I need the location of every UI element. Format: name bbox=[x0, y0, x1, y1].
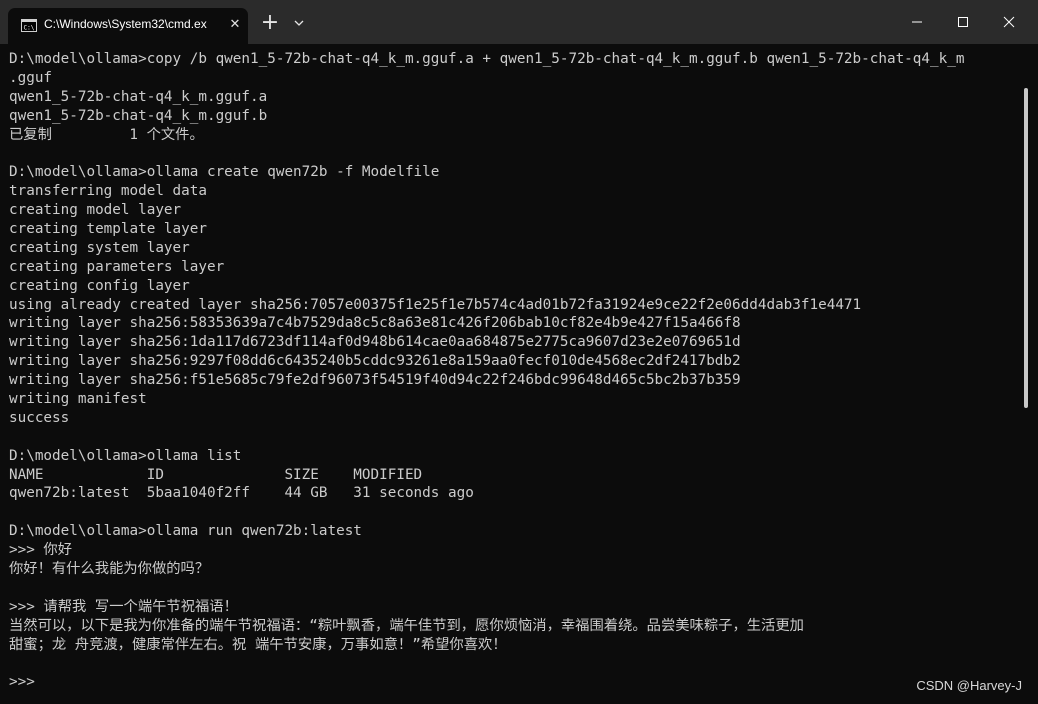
console-line: creating template layer bbox=[9, 221, 207, 238]
console-line: writing manifest bbox=[9, 391, 147, 408]
console-line: D:\model\ollama>ollama list bbox=[9, 447, 242, 464]
console-line: D:\model\ollama>ollama run qwen72b:lates… bbox=[9, 523, 362, 540]
console-output[interactable]: D:\model\ollama>copy /b qwen1_5-72b-chat… bbox=[9, 50, 1019, 692]
console-line: success bbox=[9, 409, 70, 426]
title-bar: C:\ C:\Windows\System32\cmd.ex ✕ + bbox=[0, 0, 1038, 44]
close-icon[interactable] bbox=[995, 8, 1023, 36]
svg-text:C:\: C:\ bbox=[24, 25, 35, 32]
console-line: writing layer sha256:58353639a7c4b7529da… bbox=[9, 315, 741, 332]
console-line: .gguf bbox=[9, 69, 53, 86]
tab-cmd[interactable]: C:\ C:\Windows\System32\cmd.ex ✕ bbox=[8, 8, 248, 44]
close-icon[interactable]: ✕ bbox=[226, 16, 244, 34]
console-line: writing layer sha256:f51e5685c79fe2df960… bbox=[9, 372, 741, 389]
console-line: D:\model\ollama>copy /b qwen1_5-72b-chat… bbox=[9, 51, 965, 67]
console-line: qwen1_5-72b-chat-q4_k_m.gguf.a bbox=[9, 88, 268, 105]
console-line: 你好！有什么我能为你做的吗？ bbox=[9, 561, 210, 578]
console-line: writing layer sha256:9297f08dd6c6435240b… bbox=[9, 353, 741, 370]
console-line: creating config layer bbox=[9, 277, 190, 294]
console-line: NAME ID SIZE MODIFIED bbox=[9, 466, 423, 483]
plus-icon[interactable]: + bbox=[258, 12, 282, 36]
console-line: using already created layer sha256:7057e… bbox=[9, 296, 862, 313]
minimize-icon[interactable] bbox=[903, 8, 931, 36]
scrollbar-thumb[interactable] bbox=[1024, 88, 1028, 408]
terminal-window: C:\ C:\Windows\System32\cmd.ex ✕ + D:\mo… bbox=[0, 0, 1038, 704]
maximize-icon[interactable] bbox=[949, 8, 977, 36]
console-line: >>> bbox=[9, 674, 35, 691]
console-line: D:\model\ollama>ollama create qwen72b -f… bbox=[9, 164, 440, 181]
console-line: creating parameters layer bbox=[9, 258, 225, 275]
console-line: qwen72b:latest 5baa1040f2ff 44 GB 31 sec… bbox=[9, 485, 474, 502]
tab-title: C:\Windows\System32\cmd.ex bbox=[44, 17, 207, 31]
console-line: creating model layer bbox=[9, 202, 182, 219]
console-line: transferring model data bbox=[9, 183, 207, 200]
console-line: >>> 你好 bbox=[9, 542, 73, 559]
console-line: >>> 请帮我 写一个端午节祝福语！ bbox=[9, 598, 238, 615]
watermark: CSDN @Harvey-J bbox=[916, 678, 1022, 693]
console-line: creating system layer bbox=[9, 239, 190, 256]
console-line: qwen1_5-72b-chat-q4_k_m.gguf.b bbox=[9, 107, 268, 124]
chevron-down-icon[interactable] bbox=[290, 14, 308, 32]
console-line: 已复制 1 个文件。 bbox=[9, 126, 204, 143]
console-line: 当然可以，以下是我为你准备的端午节祝福语：“粽叶飘香，端午佳节到，愿你烦恼消，幸… bbox=[9, 617, 804, 634]
cmd-icon: C:\ bbox=[21, 19, 37, 32]
console-line: writing layer sha256:1da117d6723df114af0… bbox=[9, 334, 741, 351]
console-line: 甜蜜；龙 舟竞渡，健康常伴左右。祝 端午节安康，万事如意！”希望你喜欢！ bbox=[9, 636, 507, 653]
